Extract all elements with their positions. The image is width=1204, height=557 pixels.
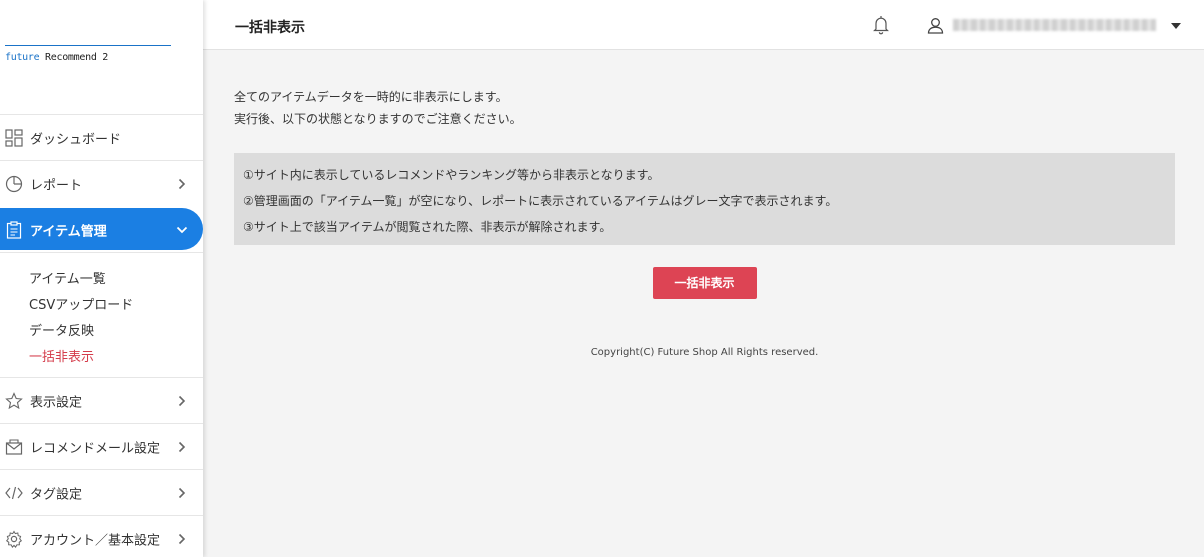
sidebar-item-tag-settings[interactable]: タグ設定 (0, 469, 203, 515)
sidebar-item-label: ダッシュボード (30, 132, 122, 147)
chevron-right-icon (176, 533, 188, 545)
intro-text: 全てのアイテムデータを一時的に非表示にします。 実行後、以下の状態となりますので… (234, 86, 1175, 130)
user-icon[interactable] (927, 17, 944, 34)
bell-icon[interactable] (872, 15, 890, 35)
action-area: 一括非表示 (234, 267, 1175, 299)
logo-rest: Recommend 2 (39, 52, 108, 63)
logo-text: future Recommend 2 (5, 52, 171, 63)
intro-line-1: 全てのアイテムデータを一時的に非表示にします。 (234, 90, 508, 104)
code-icon (4, 483, 24, 503)
item-management-subnav: アイテム一覧 CSVアップロード データ反映 一括非表示 (0, 252, 203, 377)
subnav-data-reflect[interactable]: データ反映 (29, 319, 203, 345)
sidebar-item-label: 表示設定 (30, 395, 83, 410)
sidebar-item-account-settings[interactable]: アカウント／基本設定 (0, 515, 203, 557)
notice-line-2: ②管理画面の「アイテム一覧」が空になり、レポートに表示されているアイテムはグレー… (243, 194, 838, 208)
bulk-hide-button[interactable]: 一括非表示 (652, 267, 757, 299)
chevron-right-icon (176, 395, 188, 407)
sidebar-item-item-management[interactable]: アイテム管理 (0, 208, 203, 250)
chevron-right-icon (176, 178, 188, 190)
sidebar-item-label: レコメンドメール設定 (30, 441, 161, 456)
sidebar-item-dashboard[interactable]: ダッシュボード (0, 114, 203, 160)
chevron-right-icon (176, 487, 188, 499)
logo-line (5, 45, 171, 46)
caret-down-icon[interactable] (1171, 23, 1181, 29)
sidebar-item-display-settings[interactable]: 表示設定 (0, 377, 203, 423)
notice-box: ①サイト内に表示しているレコメンドやランキング等から非表示となります。 ②管理画… (234, 153, 1175, 245)
logo-accent: future (5, 52, 40, 63)
user-name[interactable]: ■■■■■■■■■■■■■■■■■■■■ (953, 19, 1156, 31)
footer-copyright: Copyright(C) Future Shop All Rights rese… (590, 347, 819, 358)
intro-line-2: 実行後、以下の状態となりますのでご注意ください。 (234, 112, 522, 126)
sidebar-item-label: タグ設定 (30, 487, 83, 502)
sidebar-item-report[interactable]: レポート (0, 160, 203, 206)
notice-line-3: ③サイト上で該当アイテムが閲覧された際、非表示が解除されます。 (243, 220, 612, 234)
main-content: 全てのアイテムデータを一時的に非表示にします。 実行後、以下の状態となりますので… (234, 50, 1175, 358)
notice-line-1: ①サイト内に表示しているレコメンドやランキング等から非表示となります。 (243, 168, 660, 182)
chevron-right-icon (176, 441, 188, 453)
subnav-csv-upload[interactable]: CSVアップロード (29, 293, 203, 319)
top-bar: 一括非表示 ■■■■■■■■■■■■■■■■■■■■ (203, 0, 1204, 50)
gear-icon (4, 529, 24, 549)
star-icon (4, 391, 24, 411)
sidebar-nav: ダッシュボード レポート アイテム管理 アイテム一覧 CSVアップロード データ… (0, 114, 203, 557)
subnav-item-list[interactable]: アイテム一覧 (29, 267, 203, 293)
clipboard-icon (4, 220, 24, 240)
page-title: 一括非表示 (235, 20, 305, 36)
sidebar-item-label: レポート (30, 178, 83, 193)
sidebar: future Recommend 2 ダッシュボード レポート アイテム管理 ア… (0, 0, 203, 557)
logo[interactable]: future Recommend 2 (5, 45, 171, 63)
chevron-down-icon (176, 224, 188, 236)
pie-chart-icon (4, 174, 24, 194)
sidebar-item-label: アイテム管理 (30, 224, 107, 239)
dashboard-icon (4, 128, 24, 148)
mail-icon (4, 437, 24, 457)
sidebar-item-recommend-mail[interactable]: レコメンドメール設定 (0, 423, 203, 469)
subnav-bulk-hide[interactable]: 一括非表示 (29, 345, 203, 371)
sidebar-item-label: アカウント／基本設定 (30, 533, 161, 548)
